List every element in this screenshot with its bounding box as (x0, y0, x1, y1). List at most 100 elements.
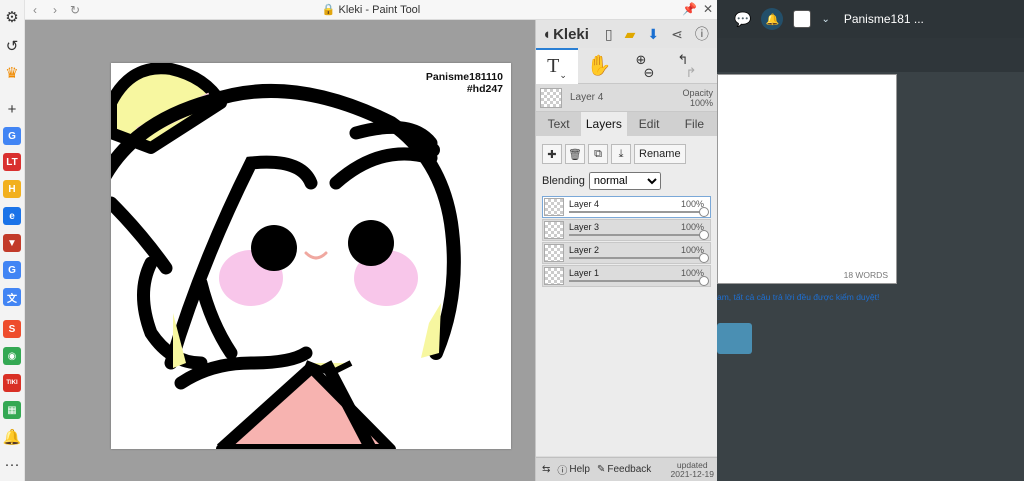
forward-icon[interactable]: › (45, 3, 65, 17)
google-icon-2-glyph: G (8, 264, 16, 276)
hand-tool-button[interactable]: ✋ (578, 48, 620, 84)
chrome-icon-glyph: ◉ (7, 350, 17, 362)
new-file-icon[interactable]: ▯ (605, 26, 613, 43)
merge-down-icon: ⤓ (618, 147, 624, 160)
tab-layers[interactable]: Layers (581, 112, 627, 136)
word-count: 18 WORDS (843, 270, 888, 280)
layer-name: Layer 4 (569, 199, 600, 209)
more-icon-glyph: ··· (4, 455, 20, 473)
blending-label: Blending (542, 175, 585, 187)
merge-layer-button[interactable]: ⤓ (611, 144, 631, 164)
drawing-canvas[interactable]: Panisme181110 #hd247 (111, 63, 511, 449)
tab-text[interactable]: Text (536, 112, 581, 136)
blending-select[interactable]: normal (588, 172, 661, 190)
tiki-icon[interactable]: TIKI (3, 374, 21, 392)
delete-layer-button[interactable]: 🗑 (565, 144, 585, 164)
layer-row[interactable]: Layer 3 100% (542, 219, 711, 241)
swap-icon[interactable]: ⇆ (542, 464, 550, 475)
username[interactable]: Panisme181 ... (844, 12, 924, 26)
trash-icon: 🗑 (568, 148, 582, 161)
layer-thumbnail (540, 87, 562, 108)
crown-icon[interactable]: ♛ (3, 64, 21, 82)
feedback-link[interactable]: ✎ Feedback (597, 464, 651, 475)
slider-handle[interactable] (699, 276, 709, 286)
layer-row[interactable]: Layer 4 100% (542, 196, 711, 218)
layer-opacity-slider[interactable] (569, 257, 704, 259)
download-icon[interactable]: ⬇ (647, 26, 659, 43)
close-icon[interactable]: ✕ (703, 2, 713, 16)
settings-icon[interactable]: ⚙ (3, 8, 21, 26)
layer-name: Layer 2 (569, 245, 600, 255)
help-circle-icon[interactable]: ⓘ (695, 24, 709, 44)
undo-icon[interactable]: ↰ (678, 53, 689, 66)
add-icon-glyph: + (7, 100, 17, 118)
updated-info: updated 2021-12-19 (671, 460, 714, 479)
chevron-down-icon[interactable]: ⌄ (559, 70, 567, 81)
duplicate-icon: ⧉ (594, 147, 602, 160)
more-icon[interactable]: ··· (3, 455, 21, 473)
text-tool-button[interactable]: T ⌄ (536, 47, 578, 84)
tab-file[interactable]: File (672, 112, 717, 136)
slider-handle[interactable] (699, 207, 709, 217)
add-layer-button[interactable]: ✚ (542, 144, 562, 164)
chrome-icon[interactable]: ◉ (3, 347, 21, 365)
text-tool-icon: T (547, 55, 560, 77)
reload-icon[interactable]: ↻ (65, 3, 85, 17)
chevron-down-icon[interactable]: ⌄ (821, 14, 829, 25)
layer-opacity-slider[interactable] (569, 280, 704, 282)
tab-edit[interactable]: Edit (627, 112, 672, 136)
help-link[interactable]: ⓘ Help (557, 462, 590, 477)
layer-name: Layer 1 (569, 268, 600, 278)
share-icon[interactable]: ⋖ (671, 26, 683, 43)
zoom-in-icon[interactable]: ⊕ (636, 53, 647, 66)
calendar-icon[interactable]: ▦ (3, 401, 21, 419)
add-icon[interactable]: + (3, 100, 21, 118)
background-page: 💬 🔔 ⌄ Panisme181 ... 18 WORDS am, tất cả… (717, 0, 1024, 481)
layer-opacity-slider[interactable] (569, 211, 704, 213)
slider-handle[interactable] (699, 230, 709, 240)
answer-editor[interactable]: 18 WORDS (717, 74, 897, 284)
google-icon[interactable]: G (3, 127, 21, 145)
shield-icon[interactable]: ▼ (3, 234, 21, 252)
avatar[interactable] (793, 10, 812, 28)
layer-thumbnail (544, 221, 564, 239)
hand-icon: ✋ (586, 55, 612, 77)
google-icon-glyph: G (8, 130, 16, 142)
plus-icon: ✚ (547, 148, 557, 161)
layer-row[interactable]: Layer 2 100% (542, 242, 711, 264)
page-topbar: 💬 🔔 ⌄ Panisme181 ... (717, 0, 1024, 38)
open-folder-icon[interactable]: ▰ (625, 26, 636, 43)
submit-button[interactable] (717, 323, 752, 354)
translate-icon[interactable]: 文 (3, 288, 21, 306)
window-titlebar: ‹ › ↻ 🔒 Kleki - Paint Tool 📌 ✕ (25, 0, 717, 20)
tool-row: T ⌄ ✋ ⊕ ⊖ ↰ ↱ (536, 47, 717, 84)
edge-icon[interactable]: e (3, 207, 21, 225)
kleki-logo: ◖ Kleki (542, 26, 589, 43)
screen: ⚙ ↺ ♛ + G LT He ▼ G 文 S ◉ TIKI ▦ 🔔 ··· ‹ › ↻ 🔒 Kleki - … (0, 0, 1024, 481)
help-icon: ⓘ (557, 466, 568, 477)
history-icon[interactable]: ↺ (3, 37, 21, 55)
notification-bell-icon[interactable]: 🔔 (761, 8, 784, 30)
layer-row[interactable]: Layer 1 100% (542, 265, 711, 287)
blending-row: Blending normal (542, 172, 711, 190)
redo-icon[interactable]: ↱ (686, 66, 697, 79)
chat-icon[interactable]: 💬 (734, 11, 751, 28)
pin-icon[interactable]: 📌 (682, 2, 697, 16)
bell-icon-glyph: 🔔 (2, 429, 22, 446)
lt-icon[interactable]: LT (3, 153, 21, 171)
h-icon[interactable]: H (3, 180, 21, 198)
active-layer-name: Layer 4 (570, 92, 604, 103)
translate-icon-glyph: 文 (7, 293, 17, 305)
shopee-icon[interactable]: S (3, 320, 21, 338)
layer-opacity-slider[interactable] (569, 234, 704, 236)
lock-icon: 🔒 (321, 4, 336, 16)
opacity-readout: Opacity 100% (682, 88, 713, 108)
duplicate-layer-button[interactable]: ⧉ (588, 144, 608, 164)
slider-handle[interactable] (699, 253, 709, 263)
rename-button[interactable]: Rename (634, 144, 686, 164)
zoom-out-icon[interactable]: ⊖ (644, 66, 655, 79)
active-layer-preview: Layer 4 Opacity 100% (536, 84, 717, 112)
google-icon-2[interactable]: G (3, 261, 21, 279)
back-icon[interactable]: ‹ (25, 3, 45, 17)
bell-icon[interactable]: 🔔 (2, 428, 22, 446)
